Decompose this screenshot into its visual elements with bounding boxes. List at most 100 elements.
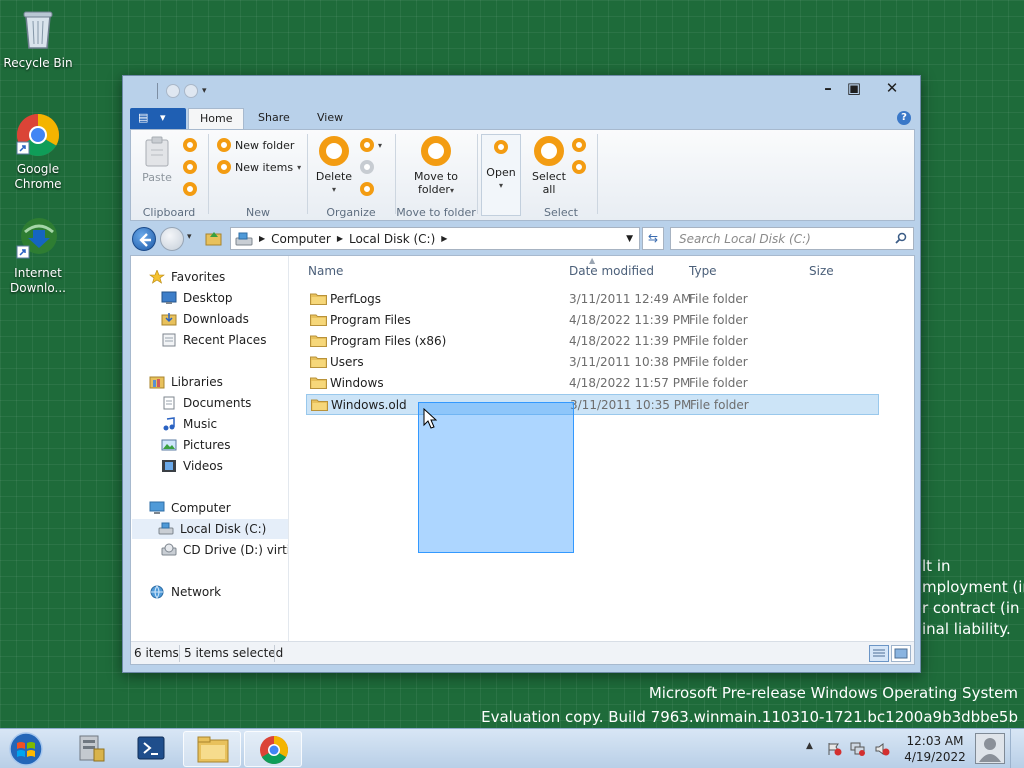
properties-icon[interactable]	[166, 84, 180, 98]
taskbar-server-manager[interactable]	[62, 731, 120, 767]
tab-share[interactable]: Share	[247, 108, 301, 129]
breadcrumb-local-disk[interactable]: Local Disk (C:)	[349, 232, 435, 246]
new-folder-button[interactable]: New folder	[217, 138, 294, 152]
nav-documents[interactable]: Documents	[161, 393, 251, 413]
nav-videos[interactable]: Videos	[161, 456, 223, 476]
navigation-pane[interactable]: Favorites Desktop Downloads Recent Place…	[131, 256, 289, 641]
show-hidden-icons-icon[interactable]: ▲	[806, 741, 813, 751]
cut-icon	[183, 138, 197, 152]
network-status-icon[interactable]	[850, 742, 866, 756]
address-history-icon[interactable]: ▼	[626, 234, 633, 244]
status-separator	[274, 645, 275, 662]
taskbar-powershell[interactable]	[122, 731, 180, 767]
column-header-name[interactable]: Name	[308, 264, 343, 278]
ribbon-group-organize: Delete ▾ ▾ Organize	[308, 130, 394, 221]
ribbon-group-select: Select all Select	[526, 130, 596, 221]
copy-to-icon	[360, 160, 374, 174]
nav-network[interactable]: Network	[149, 582, 221, 602]
nav-cd-drive[interactable]: CD Drive (D:) virtio-w	[161, 540, 288, 560]
file-row[interactable]: PerfLogs 3/11/2011 12:49 AM File folder	[306, 289, 879, 310]
nav-label: CD Drive (D:) virtio-w	[183, 543, 288, 557]
nav-libraries[interactable]: Libraries	[149, 372, 223, 392]
delete-button[interactable]: Delete ▾	[314, 136, 354, 196]
toolbar-separator	[157, 83, 158, 99]
user-tile[interactable]	[975, 733, 1005, 764]
action-center-flag-icon[interactable]	[826, 742, 842, 756]
show-desktop-button[interactable]	[1010, 729, 1024, 768]
start-button[interactable]	[5, 731, 47, 767]
copy-button[interactable]	[183, 160, 197, 174]
new-items-button[interactable]: New items ▾	[217, 160, 301, 174]
open-button[interactable]: Open ▾	[482, 136, 520, 192]
desktop-icon-internet-download-manager[interactable]: Internet Downlo...	[0, 216, 76, 296]
customize-qat-icon[interactable]: ▾	[202, 86, 207, 96]
desktop-icon-recycle-bin[interactable]: Recycle Bin	[0, 6, 76, 71]
close-button[interactable]: ✕	[877, 78, 907, 98]
file-row[interactable]: Program Files (x86) 4/18/2022 11:39 PM Fil…	[306, 331, 879, 352]
file-row[interactable]: Program Files 4/18/2022 11:39 PM File fold…	[306, 310, 879, 331]
tab-home[interactable]: Home	[188, 108, 245, 129]
up-folder-icon[interactable]	[205, 230, 223, 247]
system-clock[interactable]: 12:03 AM 4/19/2022	[904, 733, 966, 765]
details-view-button[interactable]	[869, 645, 889, 662]
nav-favorites[interactable]: Favorites	[149, 267, 225, 287]
title-bar[interactable]: ▾ – ▣ ✕	[123, 76, 920, 106]
taskbar-file-explorer[interactable]	[183, 731, 241, 767]
refresh-button[interactable]: ⇆	[642, 227, 664, 250]
select-none-button[interactable]	[572, 138, 586, 152]
chevron-right-icon[interactable]: ▶	[337, 234, 343, 243]
taskbar-google-chrome[interactable]	[244, 731, 302, 767]
new-folder-qat-icon[interactable]	[184, 84, 198, 98]
desktop-icon-google-chrome[interactable]: Google Chrome	[0, 112, 76, 192]
search-input[interactable]: Search Local Disk (C:)	[670, 227, 914, 250]
nav-pictures[interactable]: Pictures	[161, 435, 231, 455]
paste-button[interactable]: Paste	[139, 136, 175, 184]
chevron-down-icon: ▾	[378, 140, 383, 150]
select-none-icon	[572, 138, 586, 152]
help-icon[interactable]: ?	[897, 111, 911, 125]
column-header-date-modified[interactable]: Date modified	[569, 264, 654, 278]
large-icons-view-button[interactable]	[891, 645, 911, 662]
file-name: PerfLogs	[330, 292, 382, 306]
maximize-button[interactable]: ▣	[839, 78, 869, 98]
column-header-size[interactable]: Size	[809, 264, 834, 278]
speaker-muted-icon[interactable]	[874, 742, 890, 756]
nav-downloads[interactable]: Downloads	[161, 309, 249, 329]
recent-locations-icon[interactable]: ▾	[187, 232, 192, 242]
file-type: File folder	[689, 376, 748, 390]
windows-logo-icon	[9, 732, 43, 766]
chevron-right-icon[interactable]: ▶	[441, 234, 447, 243]
select-all-icon	[534, 136, 564, 166]
file-date-modified: 4/18/2022 11:39 PM	[569, 334, 691, 348]
file-type: File folder	[690, 398, 749, 412]
file-name: Users	[330, 355, 364, 369]
cut-button[interactable]	[183, 138, 197, 152]
file-row[interactable]: Users 3/11/2011 10:38 PM File folder	[306, 352, 879, 373]
paste-shortcut-button[interactable]	[183, 182, 197, 196]
back-button[interactable]	[132, 227, 156, 251]
file-row[interactable]: Windows 4/18/2022 11:57 PM File folder	[306, 373, 879, 394]
rename-button[interactable]: ▾	[360, 138, 382, 152]
desktop-icon-label: Google Chrome	[14, 162, 62, 191]
breadcrumb-computer[interactable]: Computer	[271, 232, 331, 246]
tab-view[interactable]: View	[306, 108, 354, 129]
nav-local-disk[interactable]: Local Disk (C:)	[132, 519, 288, 539]
file-list[interactable]: ▲ Name Date modified Type Size PerfLogs 3…	[291, 256, 915, 641]
move-to-folder-button[interactable]: Move to folder▾	[406, 136, 466, 197]
nav-music[interactable]: Music	[161, 414, 217, 434]
address-bar[interactable]: ▶ Computer ▶ Local Disk (C:) ▶ ▼	[230, 227, 640, 250]
desktop-icon-label: Recycle Bin	[3, 56, 73, 70]
invert-selection-button[interactable]	[572, 160, 586, 174]
forward-button[interactable]	[160, 227, 184, 251]
chevron-right-icon[interactable]: ▶	[259, 234, 265, 243]
select-all-button[interactable]: Select all	[530, 136, 568, 196]
copy-to-button[interactable]	[360, 160, 374, 174]
nav-computer[interactable]: Computer	[149, 498, 231, 518]
properties-button[interactable]	[360, 182, 374, 196]
new-items-icon	[217, 160, 231, 174]
column-header-type[interactable]: Type	[689, 264, 717, 278]
nav-recent-places[interactable]: Recent Places	[161, 330, 266, 350]
file-menu-button[interactable]: ▤ ▾	[130, 108, 186, 129]
nav-desktop[interactable]: Desktop	[161, 288, 233, 308]
file-row[interactable]: Windows.old 3/11/2011 10:35 PM File folder	[306, 394, 879, 415]
